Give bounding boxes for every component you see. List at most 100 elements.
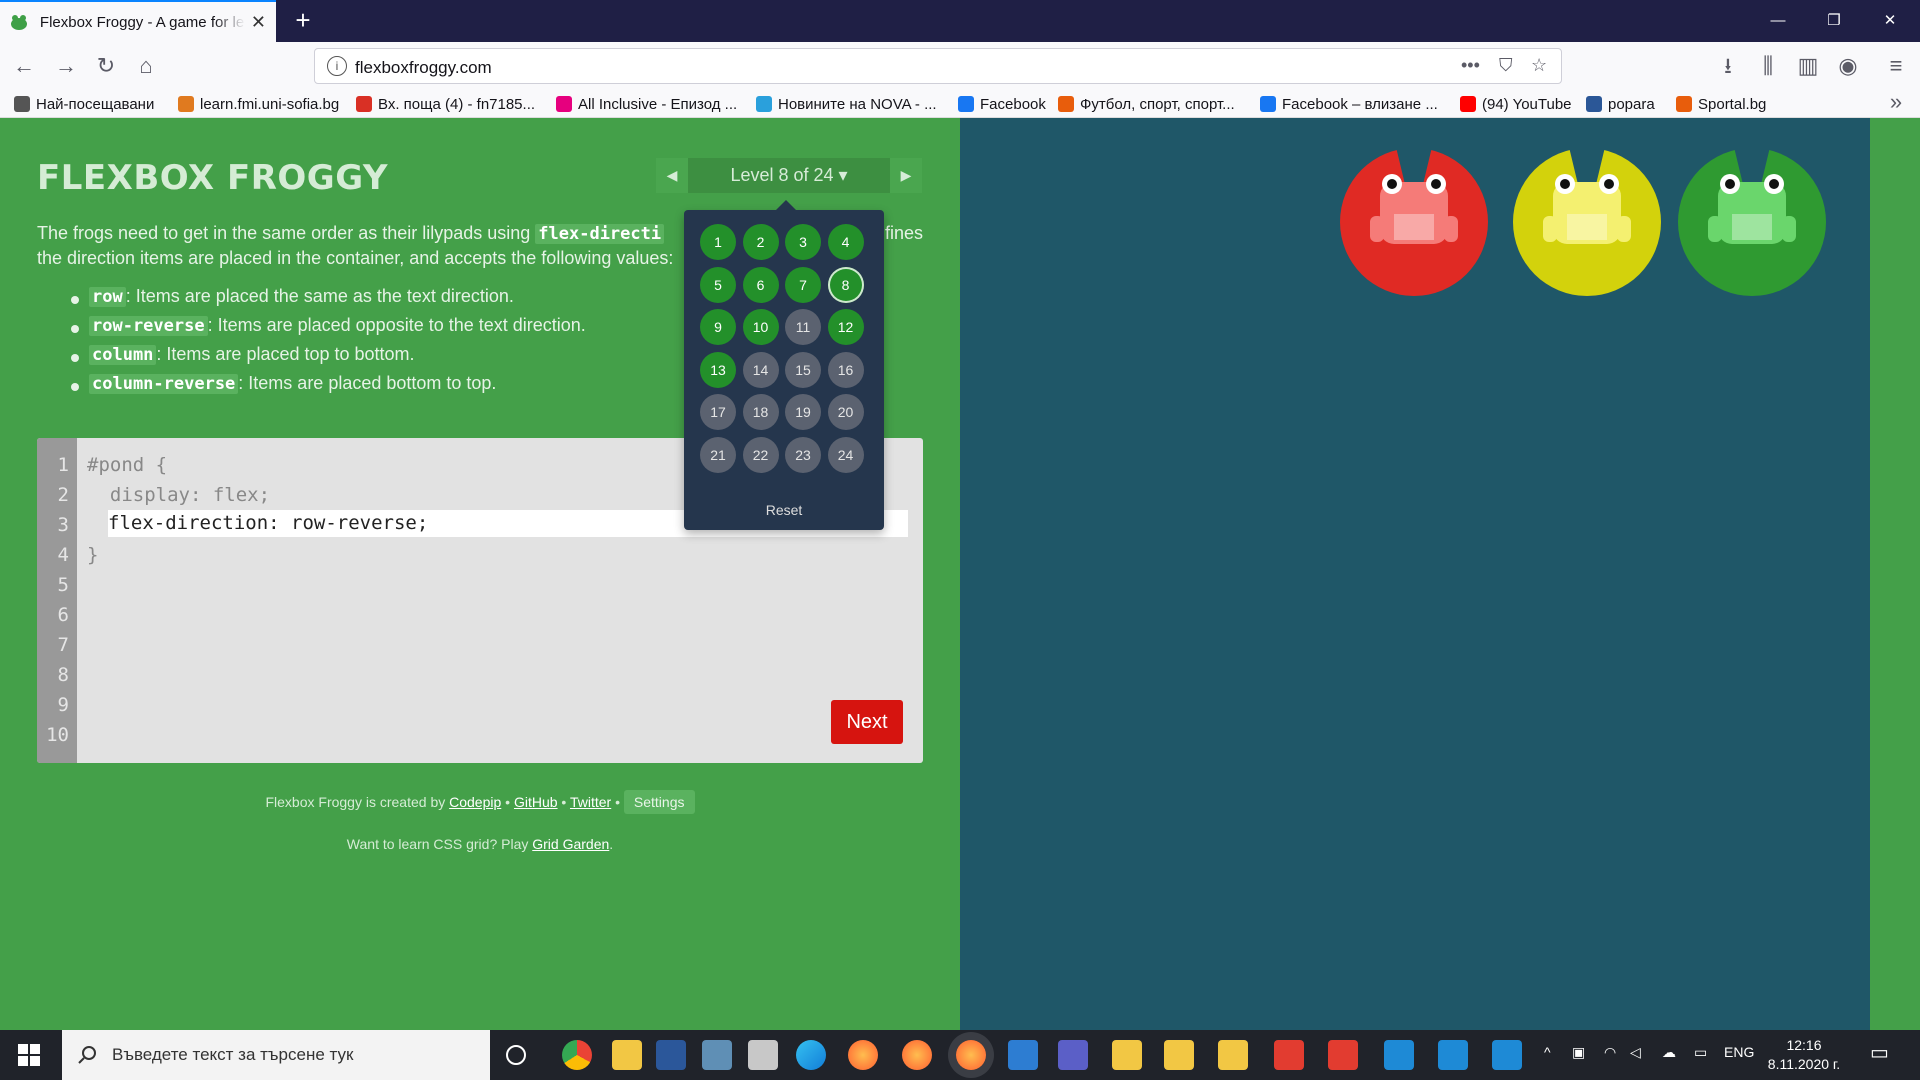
new-tab-button[interactable]: + <box>288 6 318 36</box>
taskbar-search[interactable]: Въведете текст за търсене тук <box>62 1030 490 1080</box>
clock[interactable]: 12:16 8.11.2020 г. <box>1764 1036 1844 1074</box>
level-button[interactable]: 11 <box>785 309 821 345</box>
volume-icon[interactable]: ◁ <box>1630 1044 1641 1061</box>
library-icon[interactable]: ⫼ <box>1752 50 1784 82</box>
level-button[interactable]: 1 <box>700 224 736 260</box>
onedrive-icon[interactable]: ☁ <box>1662 1044 1676 1061</box>
folder-icon[interactable] <box>1112 1040 1142 1070</box>
pdf-icon[interactable] <box>1274 1040 1304 1070</box>
restore-button[interactable]: ❐ <box>1806 0 1862 42</box>
level-button[interactable]: 5 <box>700 266 736 303</box>
codepip-link[interactable]: Codepip <box>449 794 501 810</box>
vscode-icon[interactable] <box>1384 1040 1414 1070</box>
level-button[interactable]: 21 <box>700 436 736 473</box>
minimize-button[interactable]: — <box>1750 0 1806 42</box>
battery-icon[interactable]: ▭ <box>1694 1044 1707 1061</box>
computer-icon[interactable] <box>1008 1040 1038 1070</box>
firefox-icon[interactable] <box>848 1040 878 1070</box>
grid-garden-link[interactable]: Grid Garden <box>532 836 609 852</box>
level-button[interactable]: 20 <box>827 394 864 430</box>
downloads-icon[interactable]: ⭳ <box>1712 50 1744 82</box>
settings-button[interactable]: Settings <box>623 790 695 814</box>
level-indicator[interactable]: Level 8 of 24 ▾ <box>688 158 890 193</box>
bookmark-item[interactable]: (94) YouTube <box>1460 94 1572 114</box>
level-button[interactable]: 9 <box>700 309 736 345</box>
windows-start-icon[interactable] <box>18 1044 40 1066</box>
network-icon[interactable]: ▣ <box>1572 1044 1585 1061</box>
level-button[interactable]: 19 <box>785 394 821 430</box>
more-bookmarks-icon[interactable]: » <box>1880 86 1912 118</box>
level-button[interactable]: 14 <box>742 351 779 388</box>
level-button[interactable]: 4 <box>827 224 864 260</box>
level-button[interactable]: 22 <box>742 436 779 473</box>
printer-icon[interactable] <box>748 1040 778 1070</box>
task-view-icon[interactable] <box>506 1045 526 1065</box>
pdf-icon[interactable] <box>1328 1040 1358 1070</box>
bookmark-item[interactable]: All Inclusive - Епизод ... <box>556 94 737 114</box>
search-placeholder: Въведете текст за търсене тук <box>112 1045 354 1064</box>
vscode-icon[interactable] <box>1492 1040 1522 1070</box>
sidebar-icon[interactable]: ▥ <box>1792 50 1824 82</box>
bookmark-item[interactable]: Facebook – влизане ... <box>1260 94 1438 114</box>
level-button[interactable]: 16 <box>827 351 864 388</box>
folder-icon[interactable] <box>1164 1040 1194 1070</box>
level-button[interactable]: 13 <box>700 351 736 388</box>
edge-icon[interactable] <box>796 1040 826 1070</box>
github-link[interactable]: GitHub <box>514 794 558 810</box>
menu-icon[interactable]: ≡ <box>1880 50 1912 82</box>
browser-tab[interactable]: Flexbox Froggy - A game for le ✕ <box>0 0 276 42</box>
downloads-folder-icon[interactable] <box>1218 1040 1248 1070</box>
level-button[interactable]: 24 <box>827 436 864 473</box>
bookmark-item[interactable]: Футбол, спорт, спорт... <box>1058 94 1235 114</box>
bookmark-item[interactable]: Вх. поща (4) - fn7185... <box>356 94 535 114</box>
bookmark-item[interactable]: learn.fmi.uni-sofia.bg <box>178 94 339 114</box>
bookmark-label: Новините на NOVA - ... <box>778 95 937 113</box>
bookmark-item[interactable]: Най-посещавани <box>14 94 154 114</box>
home-icon[interactable]: ⌂ <box>130 50 162 82</box>
level-button[interactable]: 6 <box>742 266 779 303</box>
level-button[interactable]: 3 <box>785 224 821 260</box>
bookmark-item[interactable]: Sportal.bg <box>1676 94 1766 114</box>
forward-icon[interactable]: → <box>50 50 82 82</box>
language-indicator[interactable]: ENG <box>1724 1044 1754 1060</box>
level-button[interactable]: 23 <box>785 436 821 473</box>
reload-icon[interactable]: ↻ <box>90 50 122 82</box>
remote-desktop-icon[interactable] <box>702 1040 732 1070</box>
teams-icon[interactable] <box>1058 1040 1088 1070</box>
pocket-icon[interactable]: ⛉ <box>1499 55 1513 76</box>
level-button[interactable]: 8 <box>827 266 864 303</box>
back-icon[interactable]: ← <box>8 50 40 82</box>
bookmark-item[interactable]: popara <box>1586 94 1655 114</box>
level-button[interactable]: 12 <box>827 309 864 345</box>
previous-level-button[interactable]: ◀ <box>656 158 688 193</box>
level-button[interactable]: 10 <box>742 309 779 345</box>
level-button[interactable]: 18 <box>742 394 779 430</box>
wifi-icon[interactable]: ◠ <box>1604 1044 1616 1061</box>
reset-button[interactable]: Reset <box>684 502 884 518</box>
vscode-icon[interactable] <box>1438 1040 1468 1070</box>
address-bar[interactable]: i flexboxfroggy.com ••• ⛉ ☆ <box>314 48 1562 84</box>
url-text[interactable]: flexboxfroggy.com <box>355 58 492 78</box>
level-button[interactable]: 17 <box>700 394 736 430</box>
close-window-button[interactable]: ✕ <box>1862 0 1918 42</box>
chrome-icon[interactable] <box>562 1040 592 1070</box>
close-tab-icon[interactable]: ✕ <box>251 12 266 33</box>
level-button[interactable]: 7 <box>785 266 821 303</box>
page-actions-icon[interactable]: ••• <box>1461 55 1480 76</box>
bookmark-item[interactable]: Новините на NOVA - ... <box>756 94 937 114</box>
tray-chevron-icon[interactable]: ^ <box>1544 1044 1551 1060</box>
twitter-link[interactable]: Twitter <box>570 794 611 810</box>
bookmark-item[interactable]: Facebook <box>958 94 1046 114</box>
site-info-icon[interactable]: i <box>327 56 347 76</box>
next-level-arrow-button[interactable]: ▶ <box>890 158 922 193</box>
bookmark-star-icon[interactable]: ☆ <box>1531 55 1547 76</box>
firefox-icon[interactable] <box>902 1040 932 1070</box>
account-icon[interactable]: ◉ <box>1832 50 1864 82</box>
level-button[interactable]: 2 <box>742 224 779 260</box>
level-button[interactable]: 15 <box>785 351 821 388</box>
firefox-active-icon[interactable] <box>956 1040 986 1070</box>
next-button[interactable]: Next <box>831 700 903 744</box>
file-explorer-icon[interactable] <box>612 1040 642 1070</box>
word-icon[interactable] <box>656 1040 686 1070</box>
notifications-icon[interactable]: ▭ <box>1870 1040 1889 1065</box>
